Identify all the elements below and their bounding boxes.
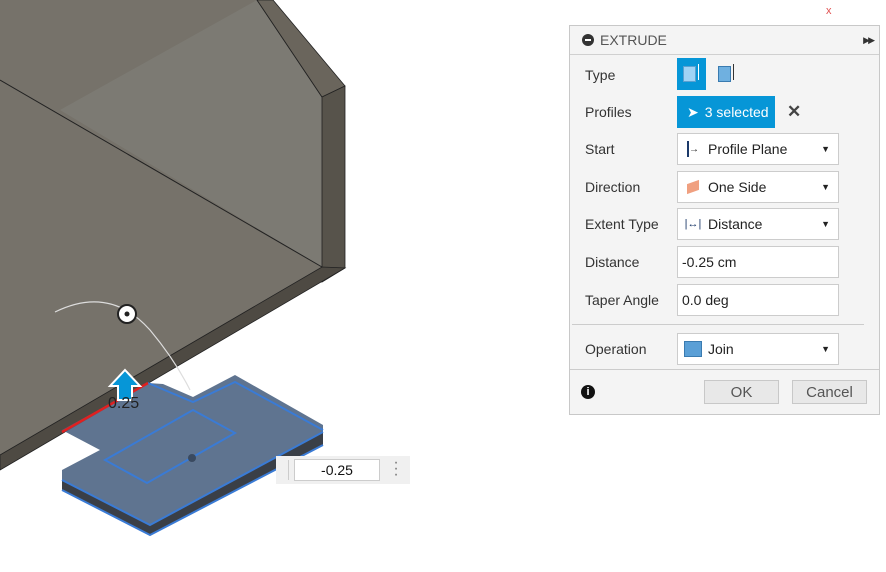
- expand-icon[interactable]: ▶▶: [863, 35, 875, 46]
- join-icon: [684, 339, 702, 359]
- extrude-panel: EXTRUDE ▶▶ Type Profiles ➤ 3 selected ✕ …: [569, 25, 880, 415]
- one-side-icon: [684, 177, 702, 197]
- operation-value: Join: [708, 341, 734, 357]
- solid-icon: [683, 66, 696, 82]
- type-thin-button[interactable]: [716, 60, 738, 88]
- operation-label: Operation: [585, 341, 647, 357]
- operation-dropdown[interactable]: Join ▼: [677, 333, 839, 365]
- start-value: Profile Plane: [708, 141, 788, 157]
- extent-type-value: Distance: [708, 216, 763, 232]
- distance-input[interactable]: -0.25 cm: [677, 246, 839, 278]
- more-options-icon[interactable]: · · ·: [392, 455, 400, 483]
- chevron-down-icon: ▼: [821, 144, 830, 154]
- profile-plane-icon: →: [684, 139, 702, 159]
- dimension-label: 0.25: [108, 395, 139, 412]
- thin-extrude-icon: [718, 66, 731, 82]
- collapse-icon[interactable]: [582, 34, 594, 46]
- distance-icon: |↔|: [684, 218, 702, 230]
- info-icon[interactable]: i: [581, 385, 595, 399]
- distance-label: Distance: [585, 254, 640, 270]
- cursor-icon: ➤: [687, 103, 699, 120]
- profiles-count: 3 selected: [704, 104, 769, 120]
- axis-x-label: x: [826, 5, 832, 17]
- chevron-down-icon: ▼: [821, 182, 830, 192]
- taper-angle-input[interactable]: 0.0 deg: [677, 284, 839, 316]
- direction-value: One Side: [708, 179, 767, 195]
- panel-title: EXTRUDE: [600, 32, 667, 48]
- start-label: Start: [585, 141, 615, 157]
- extent-type-label: Extent Type: [585, 216, 659, 232]
- dimension-input-box: -0.25 · · ·: [276, 455, 410, 484]
- panel-header: EXTRUDE ▶▶: [570, 26, 879, 55]
- direction-label: Direction: [585, 179, 641, 195]
- dimension-input[interactable]: -0.25: [294, 459, 380, 481]
- footer-divider: [570, 369, 879, 370]
- taper-angle-label: Taper Angle: [585, 292, 659, 308]
- profiles-label: Profiles: [585, 104, 632, 120]
- type-solid-button[interactable]: [677, 58, 706, 90]
- divider: [572, 324, 864, 325]
- clear-selection-icon[interactable]: ✕: [787, 102, 801, 122]
- ok-button[interactable]: OK: [704, 380, 779, 404]
- cancel-button[interactable]: Cancel: [792, 380, 867, 404]
- profiles-selection-button[interactable]: ➤ 3 selected: [677, 96, 775, 128]
- chevron-down-icon: ▼: [821, 344, 830, 354]
- start-dropdown[interactable]: → Profile Plane ▼: [677, 133, 839, 165]
- wall-side: [321, 85, 346, 283]
- chevron-down-icon: ▼: [821, 219, 830, 229]
- extent-type-dropdown[interactable]: |↔| Distance ▼: [677, 208, 839, 240]
- direction-dropdown[interactable]: One Side ▼: [677, 171, 839, 203]
- type-label: Type: [585, 67, 616, 83]
- drag-grip-icon[interactable]: [280, 460, 289, 480]
